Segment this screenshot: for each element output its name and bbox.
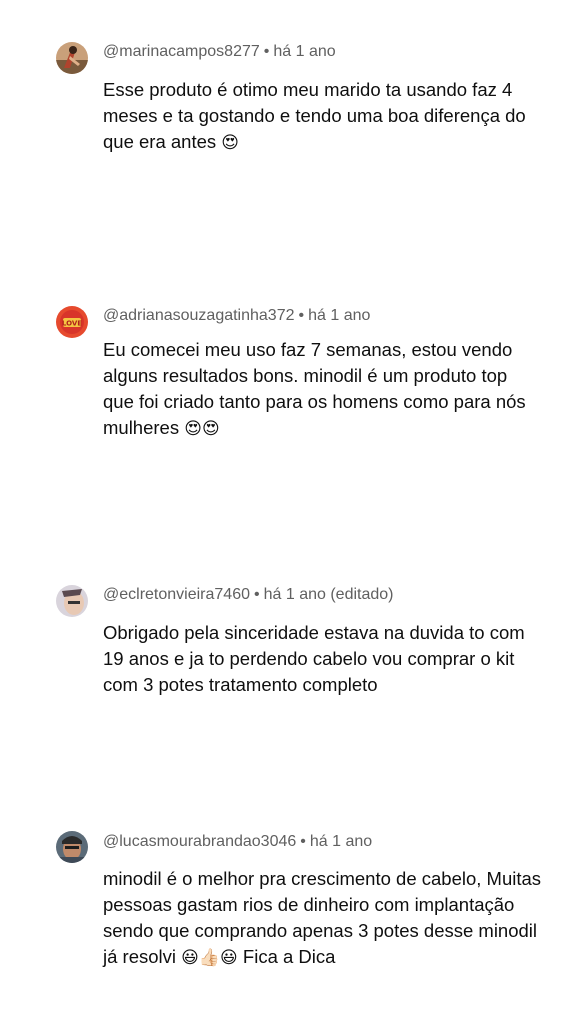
avatar[interactable] — [56, 42, 88, 74]
separator-dot: • — [254, 586, 260, 603]
comment-meta: @adrianasouzagatinha372 • há 1 ano — [103, 306, 370, 326]
comment-text: Eu comecei meu uso faz 7 semanas, estou … — [103, 337, 543, 442]
separator-dot: • — [263, 43, 270, 60]
svg-text:LOVE: LOVE — [62, 320, 82, 328]
smiley-thumbs-up-emoji-icon: 😃👍🏻😃 — [181, 948, 238, 968]
comment-text: minodil é o melhor pra crescimento de ca… — [103, 866, 543, 971]
author-name[interactable]: @eclretonvieira7460 — [103, 586, 250, 603]
avatar-photo-icon — [56, 831, 88, 863]
comment-body: Esse produto é otimo meu marido ta usand… — [103, 79, 526, 152]
author-name[interactable]: @marinacampos8277 — [103, 43, 260, 60]
comment-time[interactable]: há 1 ano — [310, 833, 372, 850]
avatar-photo-icon — [56, 585, 88, 617]
edited-label: (editado) — [330, 586, 394, 603]
comment-meta: @lucasmourabrandao3046 • há 1 ano — [103, 832, 372, 852]
author-name[interactable]: @adrianasouzagatinha372 — [103, 307, 295, 324]
heart-eyes-emoji-icon: 😍😍 — [184, 419, 220, 439]
comment-time[interactable]: há 1 ano — [308, 307, 370, 324]
comment-body: Obrigado pela sinceridade estava na duvi… — [103, 622, 525, 695]
separator-dot: • — [300, 833, 306, 850]
comment-body-tail: Fica a Dica — [242, 946, 336, 967]
avatar[interactable] — [56, 585, 88, 617]
comment-meta: @eclretonvieira7460 • há 1 ano (editado) — [103, 585, 394, 605]
comment-meta: @marinacampos8277 • há 1 ano — [103, 42, 336, 62]
separator-dot: • — [298, 307, 305, 324]
heart-eyes-emoji-icon: 😍 — [221, 133, 240, 153]
avatar[interactable]: LOVE — [56, 306, 88, 338]
comment-time[interactable]: há 1 ano — [273, 43, 335, 60]
avatar[interactable] — [56, 831, 88, 863]
author-name[interactable]: @lucasmourabrandao3046 — [103, 833, 296, 850]
comment-text: Obrigado pela sinceridade estava na duvi… — [103, 620, 543, 698]
avatar-photo-icon — [56, 42, 88, 74]
comment-time[interactable]: há 1 ano — [264, 586, 326, 603]
comment-body: Eu comecei meu uso faz 7 semanas, estou … — [103, 339, 526, 438]
avatar-photo-icon: LOVE — [56, 306, 88, 338]
comment-text: Esse produto é otimo meu marido ta usand… — [103, 77, 543, 156]
